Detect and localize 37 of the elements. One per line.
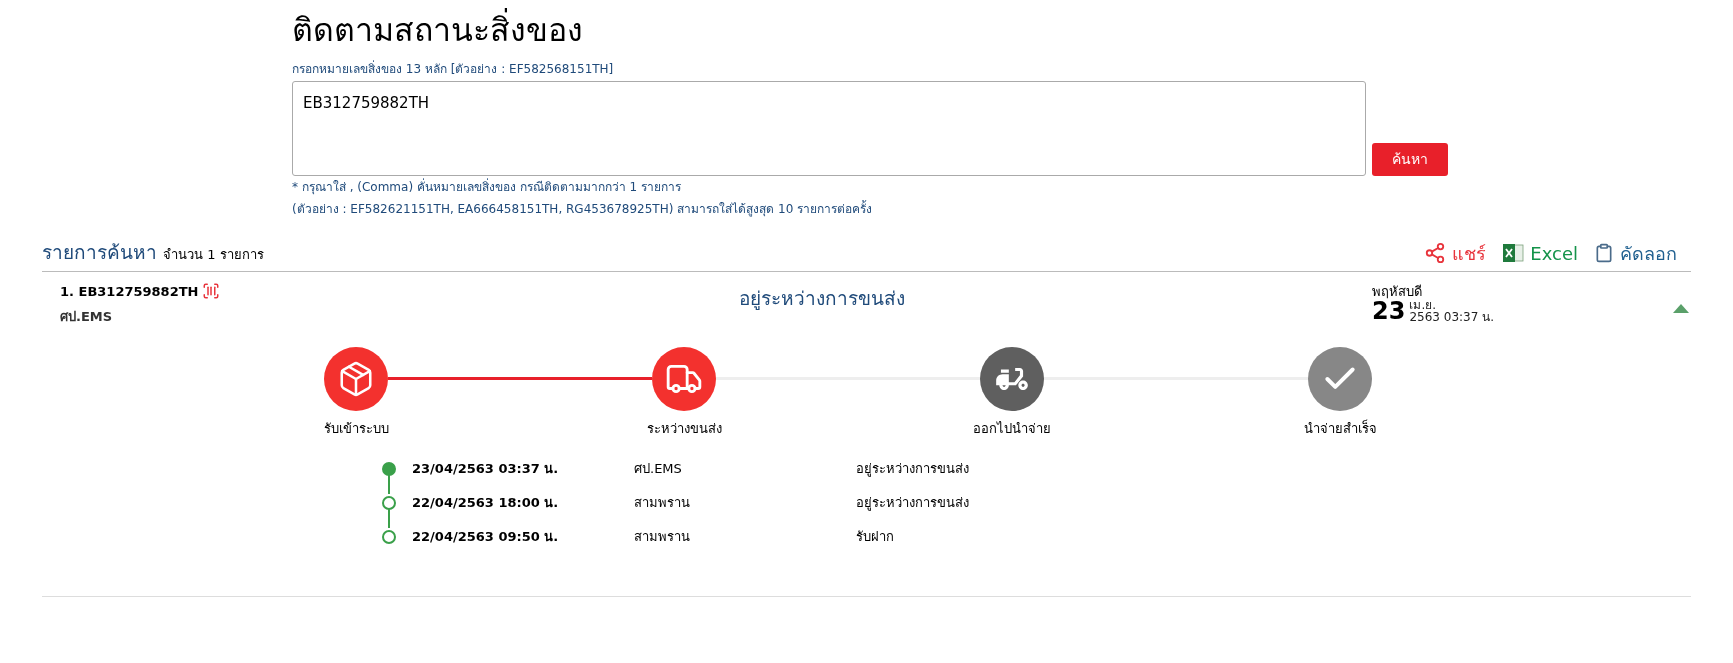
stage-label: ระหว่างขนส่ง xyxy=(645,419,723,438)
search-button[interactable]: ค้นหา xyxy=(1372,143,1448,176)
field-label: กรอกหมายเลขสิ่งของ 13 หลัก [ตัวอย่าง : EF582568151TH] xyxy=(292,60,615,78)
date-month: เม.ย. xyxy=(1409,299,1438,311)
results-count: จำนวน 1 รายการ xyxy=(163,246,264,264)
event-location: สามพราน xyxy=(634,494,691,513)
share-icon xyxy=(1424,242,1447,264)
page-title: ติดตามสถานะสิ่งของ xyxy=(292,10,1452,50)
weekday-text: พฤหัสบดี xyxy=(1372,282,1423,301)
box-icon xyxy=(337,359,375,398)
barcode-icon xyxy=(202,282,221,301)
collapse-caret-icon[interactable] xyxy=(1673,303,1689,313)
event-location: ศป.EMS xyxy=(634,460,683,479)
event-description: อยู่ระหว่างการขนส่ง xyxy=(856,460,969,479)
item-status: อยู่ระหว่างการขนส่ง xyxy=(738,285,906,312)
excel-button[interactable]: Excel xyxy=(1502,239,1578,267)
event-time: 23/04/2563 03:37 น. xyxy=(412,460,560,479)
note-text: * กรุณาใส่ , (Comma) คั่นหมายเลขสิ่งของ กรณีติดตามมากกว่า 1 รายการ xyxy=(292,177,682,197)
stage-label: ออกไปนำจ่าย xyxy=(972,419,1052,438)
copy-button[interactable]: คัดลอก xyxy=(1594,239,1677,267)
item-office: ศป.EMS xyxy=(60,308,114,326)
note-text: (ตัวอย่าง : EF582621151TH, EA666458151TH, RG453678925TH) สามารถใส่ได้สูงสุด 10 รายการต่อครั้ง xyxy=(292,199,874,219)
event-location: สามพราน xyxy=(634,528,691,547)
share-button[interactable]: แชร์ xyxy=(1424,239,1487,267)
item-number: 1. EB312759882TH xyxy=(60,282,199,301)
results-heading: รายการค้นหา xyxy=(42,240,157,265)
stage-label: นำจ่ายสำเร็จ xyxy=(1302,418,1378,438)
clipboard-icon xyxy=(1594,243,1614,263)
spreadsheet-icon xyxy=(1502,242,1525,264)
event-time: 22/04/2563 09:50 น. xyxy=(412,528,560,547)
date-day: 23 xyxy=(1372,299,1406,323)
event-description: อยู่ระหว่างการขนส่ง xyxy=(856,494,969,513)
tracking-input-field[interactable]: EB312759882TH xyxy=(292,81,1366,176)
stage-label: รับเข้าระบบ xyxy=(322,419,390,438)
event-time: 22/04/2563 18:00 น. xyxy=(412,494,560,513)
date-year-time: 2563 03:37 น. xyxy=(1409,311,1494,323)
event-description: รับฝาก xyxy=(856,528,894,547)
